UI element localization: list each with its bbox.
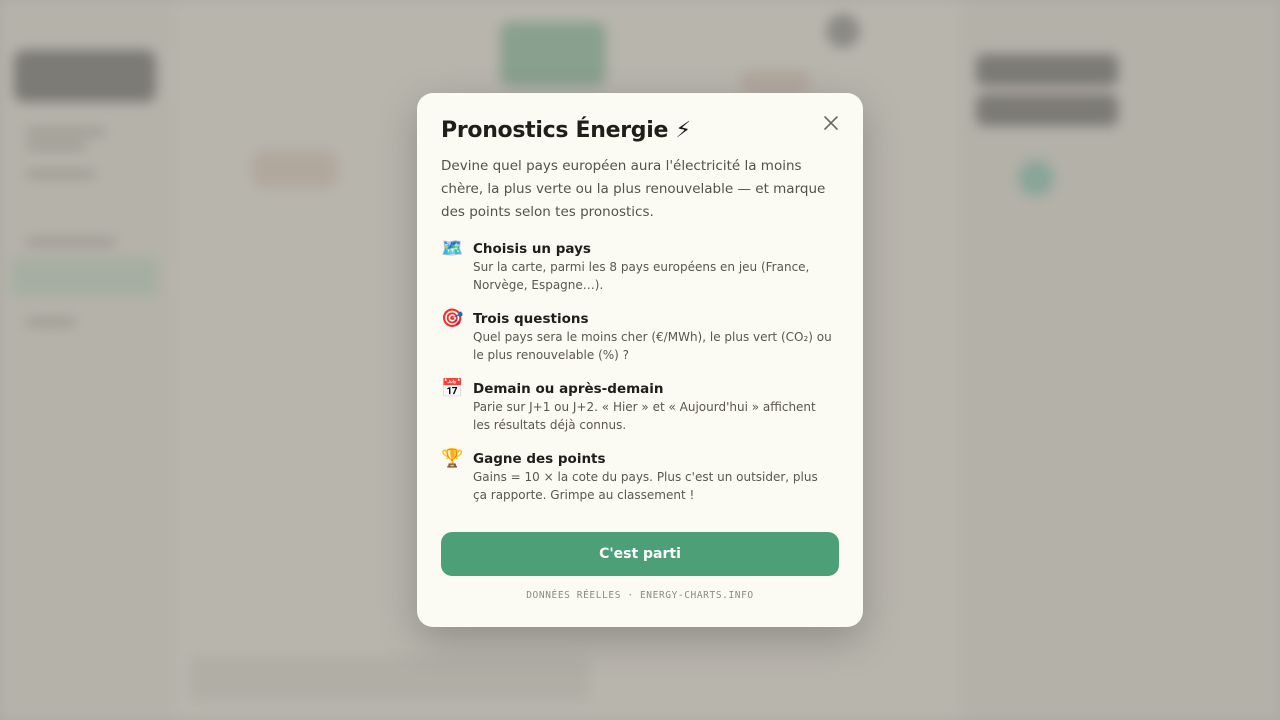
- onboarding-modal: Pronostics Énergie ⚡ Devine quel pays eu…: [417, 93, 863, 627]
- map-icon: 🗺️: [441, 238, 464, 259]
- step-text: Demain ou après-demain Parie sur J+1 ou …: [473, 378, 833, 434]
- step-item: 🏆 Gagne des points Gains = 10 × la cote …: [441, 448, 839, 504]
- step-title: Trois questions: [473, 311, 589, 327]
- step-text: Gagne des points Gains = 10 × la cote du…: [473, 448, 833, 504]
- step-description: Parie sur J+1 ou J+2. « Hier » et « Aujo…: [473, 400, 816, 432]
- modal-title: Pronostics Énergie ⚡: [441, 118, 691, 143]
- calendar-icon: 📅: [441, 378, 464, 399]
- start-button[interactable]: C'est parti: [441, 532, 839, 576]
- step-item: 🎯 Trois questions Quel pays sera le moin…: [441, 308, 839, 364]
- close-icon: [824, 116, 838, 130]
- step-item: 🗺️ Choisis un pays Sur la carte, parmi l…: [441, 238, 839, 294]
- step-text: Trois questions Quel pays sera le moins …: [473, 308, 833, 364]
- steps-list: 🗺️ Choisis un pays Sur la carte, parmi l…: [441, 238, 839, 504]
- trophy-icon: 🏆: [441, 448, 464, 469]
- step-title: Gagne des points: [473, 451, 606, 467]
- step-title: Demain ou après-demain: [473, 381, 664, 397]
- step-item: 📅 Demain ou après-demain Parie sur J+1 o…: [441, 378, 839, 434]
- data-source-note: DONNÉES RÉELLES · ENERGY-CHARTS.INFO: [526, 590, 754, 601]
- close-button[interactable]: [821, 113, 841, 133]
- target-icon: 🎯: [441, 308, 464, 329]
- step-description: Sur la carte, parmi les 8 pays européens…: [473, 260, 810, 292]
- step-description: Gains = 10 × la cote du pays. Plus c'est…: [473, 470, 818, 502]
- modal-intro: Devine quel pays européen aura l'électri…: [441, 158, 826, 220]
- step-title: Choisis un pays: [473, 241, 591, 257]
- step-description: Quel pays sera le moins cher (€/MWh), le…: [473, 330, 832, 362]
- step-text: Choisis un pays Sur la carte, parmi les …: [473, 238, 833, 294]
